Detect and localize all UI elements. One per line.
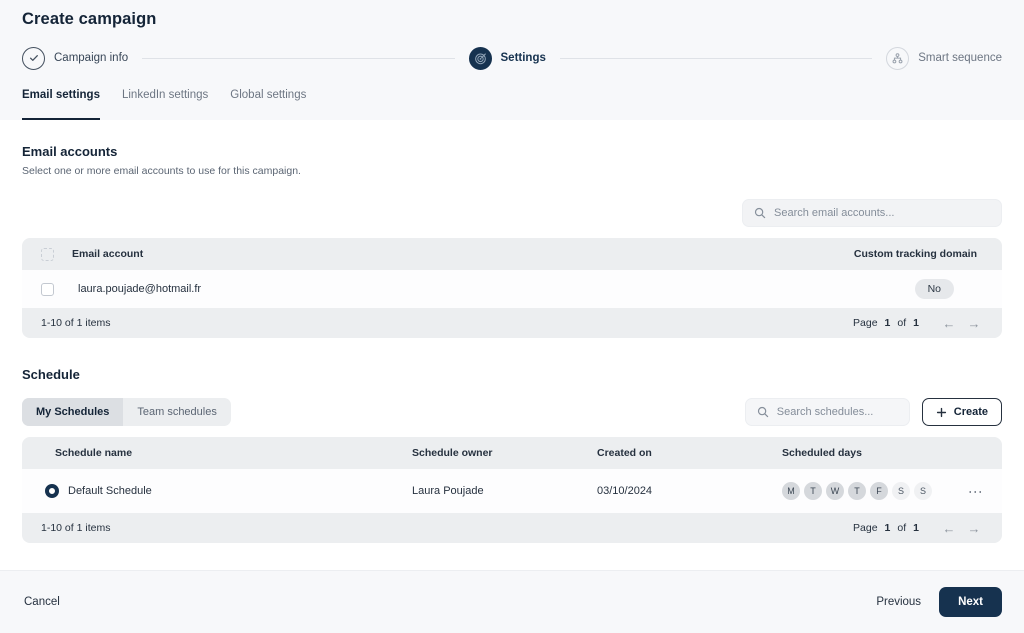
column-schedule-owner: Schedule owner xyxy=(412,447,493,459)
segment-team-schedules[interactable]: Team schedules xyxy=(123,398,231,426)
of-label: of xyxy=(897,522,907,534)
email-accounts-table-header: Email account Custom tracking domain xyxy=(22,238,1002,270)
column-schedule-name: Schedule name xyxy=(55,447,133,459)
column-created-on: Created on xyxy=(597,447,652,459)
settings-tabs: Email settings LinkedIn settings Global … xyxy=(22,89,1002,120)
email-accounts-subtitle: Select one or more email accounts to use… xyxy=(22,165,301,177)
scheduled-days-group: MTWTFSS xyxy=(782,482,936,500)
hierarchy-icon xyxy=(886,46,910,70)
create-campaign-page: Create campaign Campaign info Settings S… xyxy=(0,0,1024,633)
schedule-search[interactable] xyxy=(744,398,910,426)
search-email-accounts-input[interactable] xyxy=(774,207,990,219)
cancel-button[interactable]: Cancel xyxy=(22,590,62,614)
step-smart-sequence[interactable]: Smart sequence xyxy=(886,46,1002,70)
schedules-pagination: Page 1 of 1 ← → xyxy=(843,521,1002,536)
tab-linkedin-settings[interactable]: LinkedIn settings xyxy=(122,89,208,120)
email-accounts-title: Email accounts xyxy=(22,144,118,159)
email-accounts-table-footer: 1-10 of 1 items Page 1 of 1 ← → xyxy=(22,308,1002,338)
select-all-checkbox[interactable] xyxy=(41,247,54,261)
page-label: Page xyxy=(853,317,878,329)
arrow-left-icon[interactable]: ← xyxy=(940,316,958,331)
day-badge-wednesday[interactable]: W xyxy=(826,482,844,500)
wizard-footer: Cancel Previous Next xyxy=(0,570,1024,633)
day-badge-tuesday[interactable]: T xyxy=(804,482,822,500)
schedule-toolbar-right: Create xyxy=(744,398,1002,426)
cell-email-account: laura.poujade@hotmail.fr xyxy=(78,283,202,295)
schedules-table-footer: 1-10 of 1 items Page 1 of 1 ← → xyxy=(22,513,1002,543)
schedules-table-header: Schedule name Schedule owner Created on … xyxy=(22,437,1002,469)
email-accounts-items-range: 1-10 of 1 items xyxy=(41,317,111,329)
create-schedule-label: Create xyxy=(953,406,988,418)
arrow-left-icon[interactable]: ← xyxy=(940,521,958,536)
page-number: 1 xyxy=(884,522,891,534)
schedule-radio-selected[interactable] xyxy=(45,484,59,498)
day-badge-sunday[interactable]: S xyxy=(914,482,932,500)
cell-created-on: 03/10/2024 xyxy=(597,485,653,497)
day-badge-monday[interactable]: M xyxy=(782,482,800,500)
schedule-toolbar: My Schedules Team schedules Search sched… xyxy=(22,398,1002,426)
page-total: 1 xyxy=(913,522,919,534)
next-button[interactable]: Next xyxy=(939,587,1002,617)
schedule-section: Schedule My Schedules Team schedules Sea… xyxy=(22,367,1002,543)
tab-global-settings[interactable]: Global settings xyxy=(230,89,306,120)
kebab-menu-icon[interactable]: ⋮ xyxy=(968,485,984,498)
schedule-name-label: Default Schedule xyxy=(68,485,152,497)
email-accounts-search[interactable] xyxy=(742,199,1002,227)
check-circle-icon xyxy=(22,46,45,70)
row-checkbox-cell[interactable] xyxy=(22,282,62,296)
row-select-checkbox[interactable] xyxy=(41,282,54,296)
email-accounts-toolbar xyxy=(22,199,1002,227)
step-settings[interactable]: Settings xyxy=(468,46,546,70)
column-custom-tracking-domain: Custom tracking domain xyxy=(853,248,977,260)
select-all-checkbox-cell[interactable] xyxy=(22,247,62,261)
column-email-account: Email account xyxy=(72,248,144,260)
previous-button[interactable]: Previous xyxy=(874,590,923,614)
stepper-divider-2 xyxy=(559,57,873,59)
page-number: 1 xyxy=(884,317,891,329)
schedules-table: Schedule name Schedule owner Created on … xyxy=(22,437,1002,543)
target-icon xyxy=(468,46,492,70)
schedules-items-range: 1-10 of 1 items xyxy=(41,522,111,534)
page-body: Email accounts Select one or more email … xyxy=(0,120,1024,570)
page-label: Page xyxy=(853,522,878,534)
of-label: of xyxy=(897,317,907,329)
campaign-stepper: Campaign info Settings Smart sequence xyxy=(22,43,1002,73)
day-badge-saturday[interactable]: S xyxy=(892,482,910,500)
cell-schedule-owner: Laura Poujade xyxy=(412,485,484,497)
day-badge-thursday[interactable]: T xyxy=(848,482,866,500)
cell-schedule-name[interactable]: Default Schedule xyxy=(22,484,402,498)
plus-icon xyxy=(936,407,947,418)
schedule-scope-toggle: My Schedules Team schedules xyxy=(22,398,231,426)
cell-custom-tracking-domain: No xyxy=(752,279,1002,299)
tab-email-settings[interactable]: Email settings xyxy=(22,89,100,120)
step-label-campaign-info: Campaign info xyxy=(54,52,129,64)
create-schedule-button[interactable]: Create xyxy=(921,398,1002,426)
page-header: Create campaign Campaign info Settings S… xyxy=(0,0,1024,120)
page-total: 1 xyxy=(913,317,919,329)
step-campaign-info[interactable]: Campaign info xyxy=(22,46,129,70)
arrow-right-icon[interactable]: → xyxy=(965,521,983,536)
page-title: Create campaign xyxy=(22,10,157,28)
cell-scheduled-days: MTWTFSS ⋮ xyxy=(772,482,1002,500)
email-accounts-section: Email accounts Select one or more email … xyxy=(22,144,1002,338)
stepper-divider-1 xyxy=(142,57,455,59)
wizard-footer-actions: Previous Next xyxy=(874,587,1002,617)
segment-my-schedules[interactable]: My Schedules xyxy=(22,398,124,426)
email-accounts-pagination: Page 1 of 1 ← → xyxy=(843,316,1002,331)
step-label-smart-sequence: Smart sequence xyxy=(918,52,1002,64)
search-icon xyxy=(754,207,766,219)
day-badge-friday[interactable]: F xyxy=(870,482,888,500)
arrow-right-icon[interactable]: → xyxy=(965,316,983,331)
search-icon xyxy=(757,406,769,418)
table-row[interactable]: Default Schedule Laura Poujade 03/10/202… xyxy=(22,469,1002,513)
table-row[interactable]: laura.poujade@hotmail.fr No xyxy=(22,270,1002,308)
search-schedules-input[interactable] xyxy=(776,406,898,418)
status-badge: No xyxy=(914,279,954,299)
column-scheduled-days: Scheduled days xyxy=(782,447,862,459)
email-accounts-table: Email account Custom tracking domain lau… xyxy=(22,238,1002,338)
step-label-settings: Settings xyxy=(500,52,546,64)
schedule-title: Schedule xyxy=(22,367,80,382)
